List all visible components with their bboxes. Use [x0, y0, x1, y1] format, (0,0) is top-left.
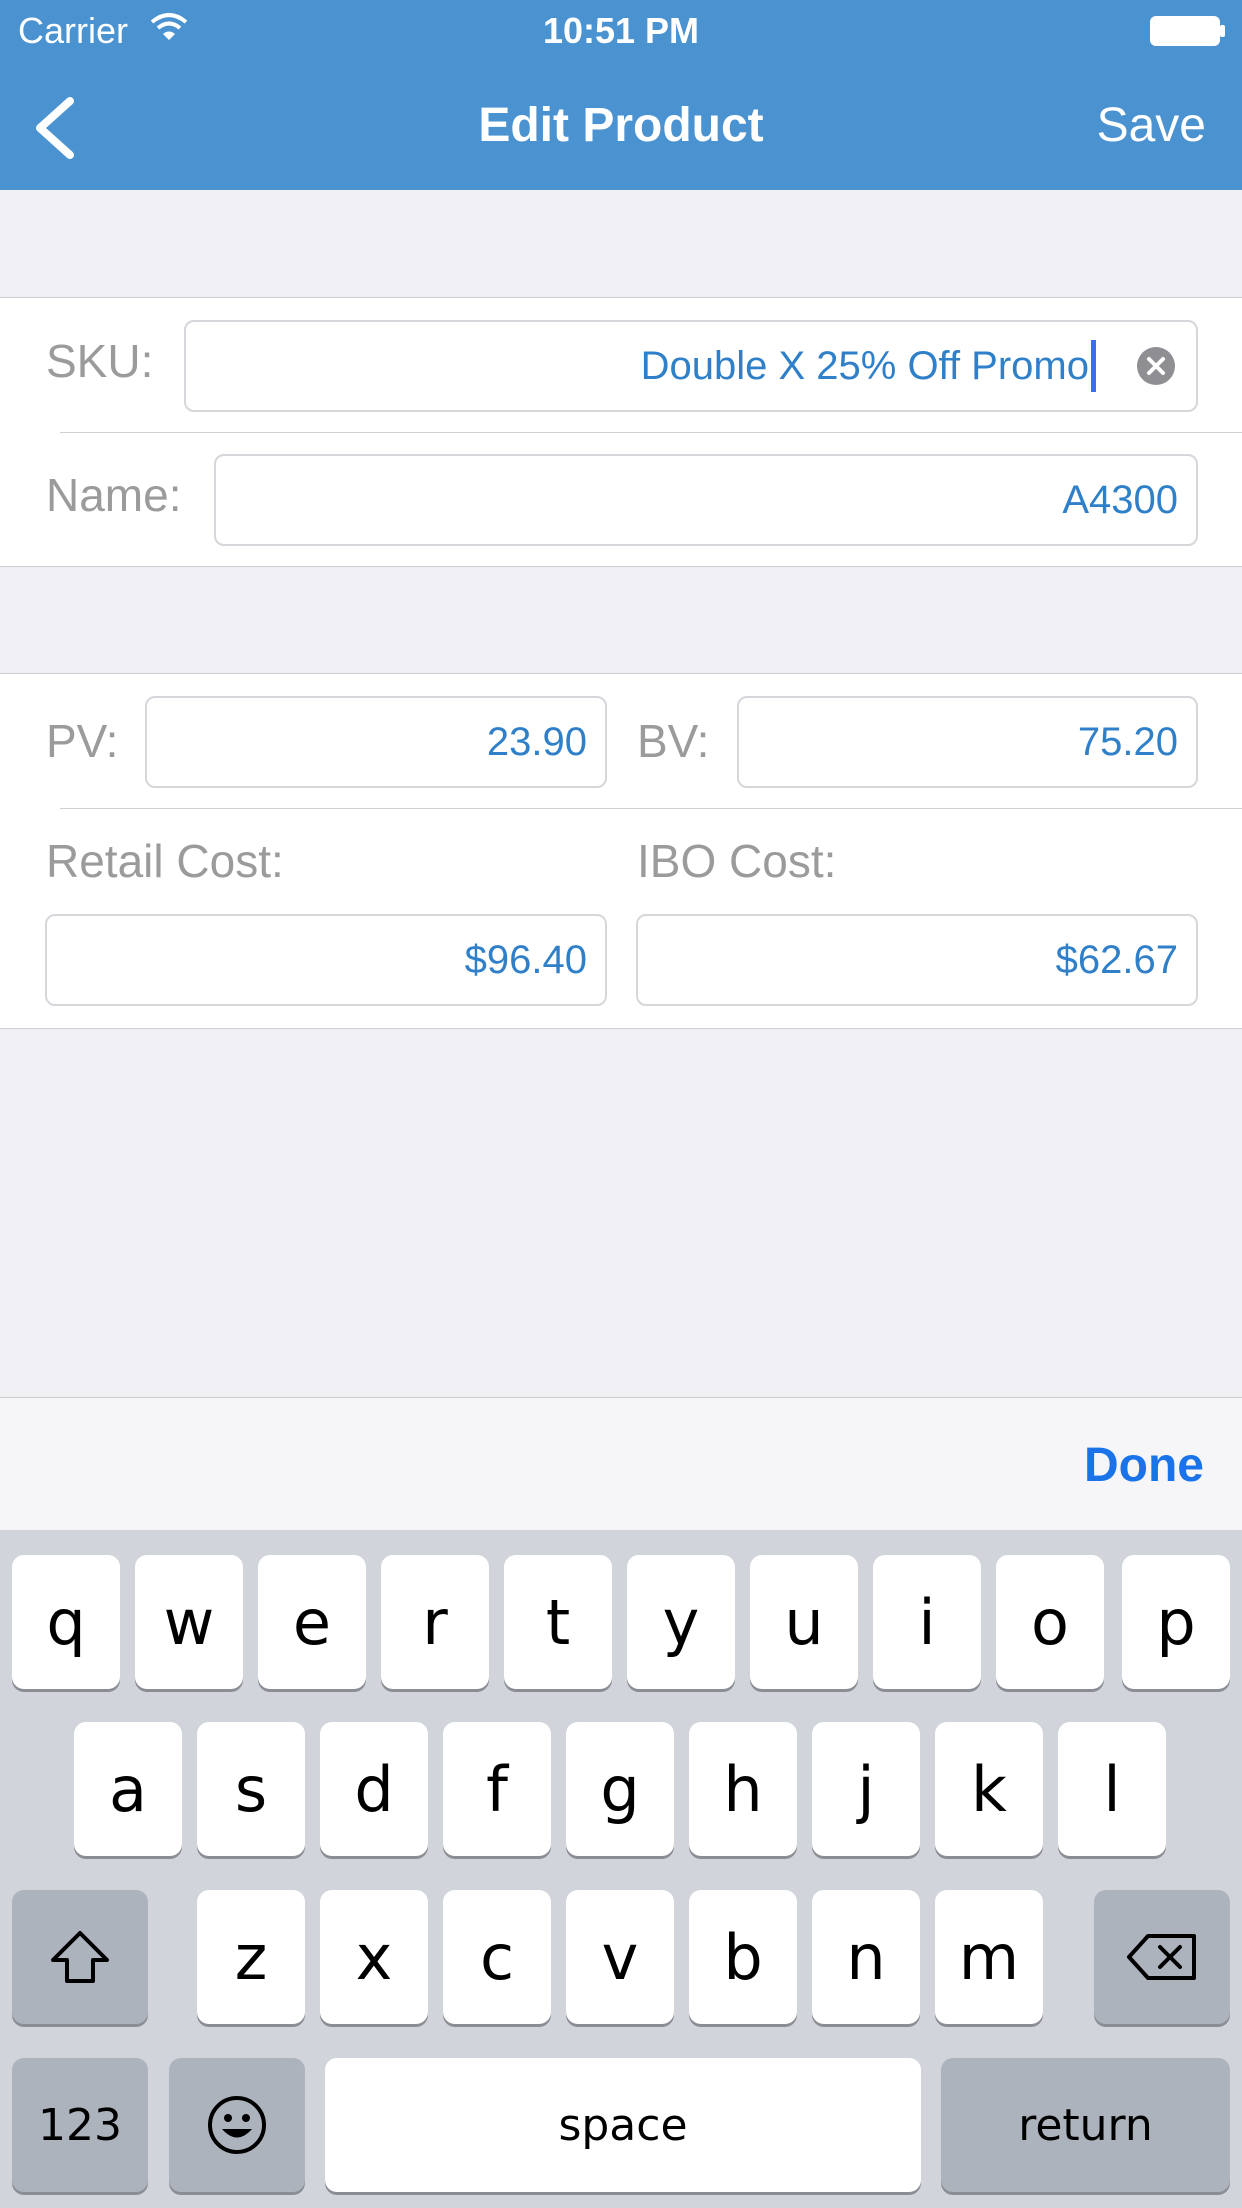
key[interactable]: m: [935, 1890, 1043, 2024]
sku-input[interactable]: Double X 25% Off Promo: [184, 320, 1198, 412]
emoji-face-icon: [208, 2096, 266, 2154]
key[interactable]: u: [750, 1555, 858, 1689]
space-key[interactable]: space: [325, 2058, 921, 2192]
key[interactable]: p: [1122, 1555, 1230, 1689]
numbers-key[interactable]: 123: [12, 2058, 148, 2192]
navigation-bar: Carrier 10:51 PM Edit Product Save: [0, 0, 1242, 190]
text-cursor: [1091, 340, 1096, 392]
key[interactable]: j: [812, 1722, 920, 1856]
key[interactable]: w: [135, 1555, 243, 1689]
delete-key[interactable]: [1094, 1890, 1230, 2024]
key[interactable]: q: [12, 1555, 120, 1689]
key[interactable]: a: [74, 1722, 182, 1856]
backspace-icon: [1127, 1934, 1196, 1980]
key[interactable]: k: [935, 1722, 1043, 1856]
save-button[interactable]: Save: [1097, 98, 1206, 153]
key[interactable]: y: [627, 1555, 735, 1689]
ibo-cost-value: $62.67: [1055, 937, 1178, 982]
divider: [60, 432, 1242, 433]
ibo-cost-label: IBO Cost:: [637, 835, 837, 887]
pv-value: 23.90: [486, 719, 587, 764]
key[interactable]: r: [381, 1555, 489, 1689]
shift-arrow-icon: [51, 1931, 109, 1983]
name-label: Name:: [46, 469, 182, 521]
key[interactable]: c: [443, 1890, 551, 2024]
divider: [60, 808, 1242, 809]
key[interactable]: e: [258, 1555, 366, 1689]
key[interactable]: i: [873, 1555, 981, 1689]
name-value: A4300: [1062, 477, 1178, 522]
status-bar: Carrier 10:51 PM: [0, 0, 1242, 60]
done-button[interactable]: Done: [1084, 1438, 1204, 1493]
name-input[interactable]: A4300: [214, 454, 1198, 546]
key[interactable]: h: [689, 1722, 797, 1856]
retail-cost-value: $96.40: [464, 937, 587, 982]
shift-key[interactable]: [12, 1890, 148, 2024]
return-key[interactable]: return: [941, 2058, 1230, 2192]
key[interactable]: f: [443, 1722, 551, 1856]
key[interactable]: l: [1058, 1722, 1166, 1856]
emoji-key[interactable]: [169, 2058, 305, 2192]
retail-cost-label: Retail Cost:: [46, 835, 284, 887]
key[interactable]: z: [197, 1890, 305, 2024]
keyboard-accessory-bar: Done: [0, 1397, 1242, 1530]
sku-value: Double X 25% Off Promo: [640, 343, 1089, 388]
key[interactable]: v: [566, 1890, 674, 2024]
ibo-cost-input[interactable]: $62.67: [636, 914, 1198, 1006]
key[interactable]: b: [689, 1890, 797, 2024]
key[interactable]: g: [566, 1722, 674, 1856]
key[interactable]: s: [197, 1722, 305, 1856]
keyboard: q w e r t y u i o p a s d f g h j k l z …: [0, 1530, 1242, 2208]
bv-value: 75.20: [1077, 719, 1178, 764]
bv-label: BV:: [637, 715, 710, 767]
bv-input[interactable]: 75.20: [737, 696, 1198, 788]
clear-text-icon[interactable]: [1136, 346, 1176, 386]
pricing-section: PV: 23.90 BV: 75.20 Retail Cost: $96.40 …: [0, 673, 1242, 1029]
page-title: Edit Product: [478, 99, 764, 152]
status-time: 10:51 PM: [542, 10, 700, 51]
pv-label: PV:: [46, 715, 119, 767]
key[interactable]: x: [320, 1890, 428, 2024]
key[interactable]: o: [996, 1555, 1104, 1689]
sku-label: SKU:: [46, 335, 154, 387]
key[interactable]: d: [320, 1722, 428, 1856]
key[interactable]: t: [504, 1555, 612, 1689]
retail-cost-input[interactable]: $96.40: [45, 914, 607, 1006]
pv-input[interactable]: 23.90: [145, 696, 607, 788]
product-identity-section: SKU: Double X 25% Off Promo Name: A4300: [0, 297, 1242, 567]
battery-icon: [1150, 16, 1225, 46]
key[interactable]: n: [812, 1890, 920, 2024]
